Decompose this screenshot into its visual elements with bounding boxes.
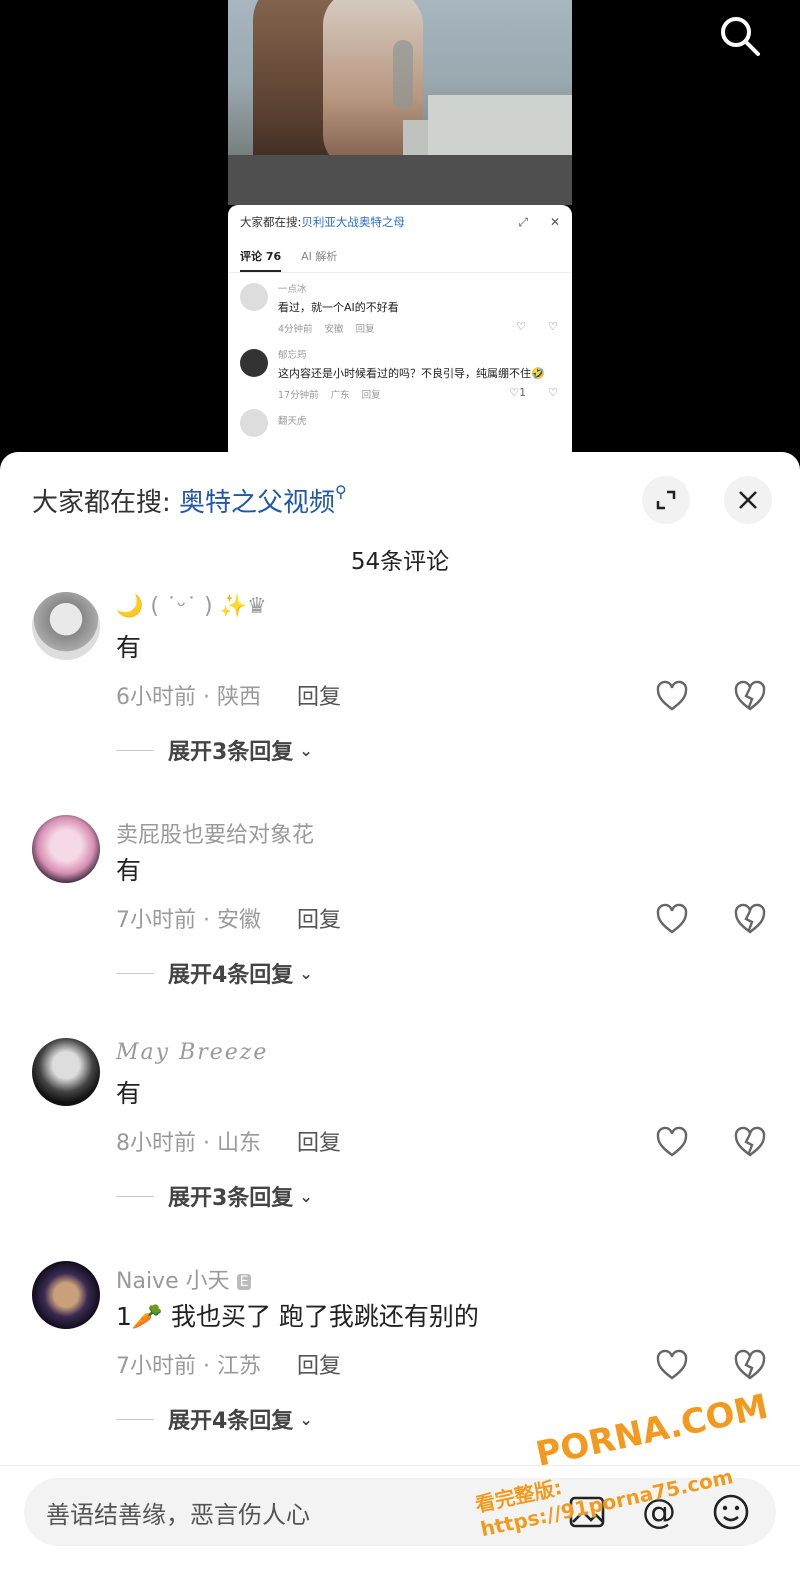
comment-input-placeholder[interactable]: 善语结善缘，恶言伤人心 [46,1495,538,1530]
avatar[interactable] [32,815,100,883]
tab-comments[interactable]: 评论 76 [240,248,282,272]
video-frame[interactable] [228,0,572,205]
comment-count: 54条评论 [350,549,450,575]
dislike-icon[interactable] [732,678,768,714]
author-name: Naive 小天 [116,1269,230,1294]
close-icon[interactable]: ✕ [550,215,560,230]
expand-replies-label: 展开4条回复 [168,1409,294,1434]
comment-author[interactable]: 🌙 ( ˙ᵕ˙ ) ✨♛ [116,592,800,626]
avatar[interactable] [32,592,100,660]
reply-button[interactable]: 回复 [356,321,375,335]
mini-comment: 一点冰 看过，就一个AI的不好看 4分钟前 安徽 回复 ♡ ♡ [228,273,572,339]
comment-text: 看过，就一个AI的不好看 [278,301,399,314]
comment-item: 卖屁股也要给对象花 有 7小时前 · 安徽 回复 展开4条回复 ⌄ [0,815,800,1038]
dislike-icon[interactable]: ♡ [548,386,558,399]
comment-author[interactable]: 卖屁股也要给对象花 [116,815,800,849]
expand-replies[interactable]: 展开3条回复 ⌄ [116,722,800,778]
hot-search-bar[interactable]: 大家都在搜: 奥特之父视频⚲ [32,482,347,519]
like-icon[interactable]: ♡1 [509,386,526,399]
comment-time: 17分钟前 [278,390,319,401]
close-icon [739,491,757,509]
search-icon[interactable] [718,14,762,58]
expand-button[interactable] [642,476,690,524]
emoji-icon[interactable] [708,1489,754,1535]
expand-replies-label: 展开4条回复 [168,963,294,988]
comment-meta: 7小时前 · 安徽 [116,908,261,933]
like-icon[interactable]: ♡ [516,320,526,333]
dislike-icon[interactable]: ♡ [548,320,558,333]
expand-icon[interactable]: ⤢ [518,215,528,230]
like-icon[interactable] [654,678,690,714]
like-icon[interactable] [654,1347,690,1383]
embedded-comment-sheet: 大家都在搜: 贝利亚大战奥特之母 ⤢ ✕ 评论 76 AI 解析 一点冰 看过，就… [228,205,572,460]
search-icon: ⚲ [335,482,347,501]
reply-button[interactable]: 回复 [297,897,341,945]
dislike-icon[interactable] [732,901,768,937]
comment-text: 有 [116,1079,142,1108]
hot-search-prefix: 大家都在搜: [240,215,302,229]
like-icon[interactable] [654,1124,690,1160]
comment-location: 安徽 [324,324,344,335]
expand-replies[interactable]: 展开4条回复 ⌄ [116,945,800,1001]
tab-ai-analysis[interactable]: AI 解析 [301,248,337,264]
comment-author[interactable]: May Breeze [116,1038,800,1072]
expand-replies-label: 展开3条回复 [168,1186,294,1211]
comment-text: 有 [116,856,142,885]
video-ground [228,155,572,205]
avatar[interactable] [32,1261,100,1329]
reply-button[interactable]: 回复 [297,674,341,722]
comment-author[interactable]: Naive 小天 E [116,1261,800,1295]
reply-button[interactable]: 回复 [297,1343,341,1391]
hot-search-link[interactable]: 奥特之父视频 [179,488,335,518]
badge-icon: E [236,1274,252,1290]
video-smoke [393,40,413,110]
comment-meta: 7小时前 · 江苏 [116,1354,261,1379]
video-building [428,95,572,155]
comment-meta: 6小时前 · 陕西 [116,685,261,710]
mini-comment: 郁忘筠 这内容还是小时候看过的吗？不良引导，纯属绷不住🤣 17分钟前 广东 回复 ♡… [228,339,572,405]
comment-time: 4分钟前 [278,324,313,335]
expand-replies-label: 展开3条回复 [168,740,294,765]
dislike-icon[interactable] [732,1347,768,1383]
chevron-down-icon: ⌄ [299,740,313,760]
chevron-down-icon: ⌄ [299,1186,313,1206]
hot-search-link[interactable]: 贝利亚大战奥特之母 [301,214,405,230]
comment-text: 1🥕 我也买了 跑了我跳还有别的 [116,1302,479,1331]
dislike-icon[interactable] [732,1124,768,1160]
chevron-down-icon: ⌄ [299,1409,313,1429]
expand-replies[interactable]: 展开3条回复 ⌄ [116,1168,800,1224]
chevron-down-icon: ⌄ [299,963,313,983]
close-button[interactable] [724,476,772,524]
comment-item: May Breeze 有 8小时前 · 山东 回复 展开3条回复 ⌄ [0,1038,800,1261]
comment-meta: 8小时前 · 山东 [116,1131,261,1156]
like-icon[interactable] [654,901,690,937]
comment-text: 有 [116,633,142,662]
comment-location: 广东 [330,390,350,401]
comment-author[interactable]: 翻天虎 [278,413,560,427]
avatar[interactable] [240,409,268,437]
comment-item: 🌙 ( ˙ᵕ˙ ) ✨♛ 有 6小时前 · 陕西 回复 展开3条回复 ⌄ [0,592,800,815]
avatar[interactable] [240,349,268,377]
reply-button[interactable]: 回复 [297,1120,341,1168]
reply-button[interactable]: 回复 [362,387,381,401]
mini-comment: 翻天虎 [228,405,572,437]
video-area[interactable]: 大家都在搜: 贝利亚大战奥特之母 ⤢ ✕ 评论 76 AI 解析 一点冰 看过，就… [0,0,800,460]
avatar[interactable] [32,1038,100,1106]
comment-author[interactable]: 郁忘筠 [278,347,560,361]
like-count: 1 [519,386,527,399]
avatar[interactable] [240,283,268,311]
comment-text: 这内容还是小时候看过的吗？不良引导，纯属绷不住🤣 [278,367,545,380]
expand-icon [656,490,676,510]
comment-author[interactable]: 一点冰 [278,281,560,295]
hot-search-prefix: 大家都在搜: [32,488,171,518]
